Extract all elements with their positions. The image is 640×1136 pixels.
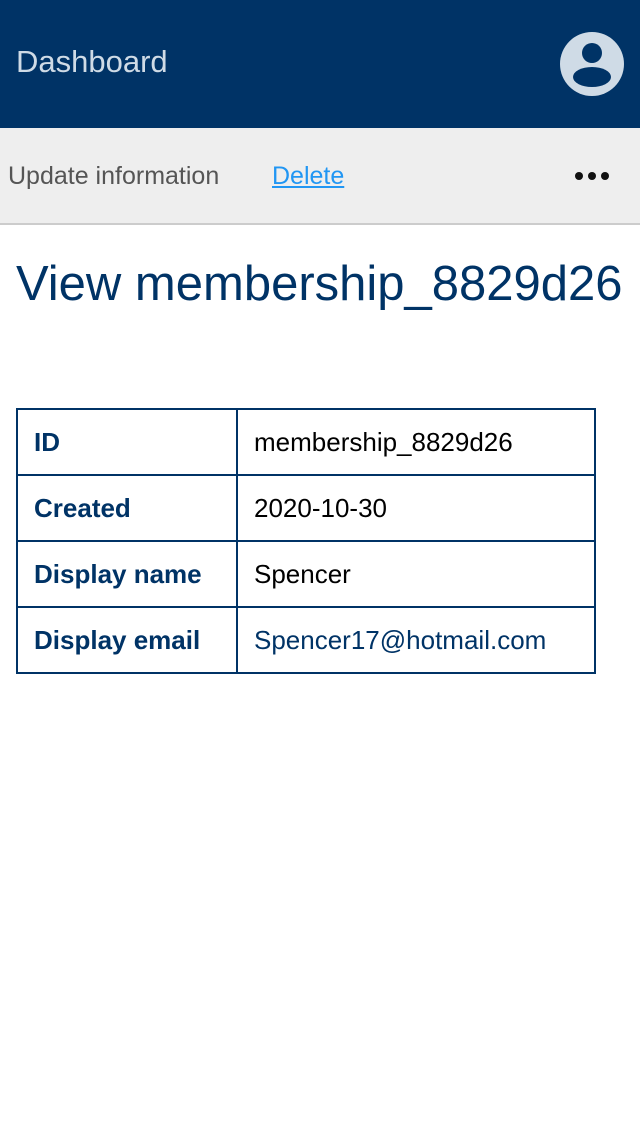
page-title: View membership_8829d26	[16, 257, 623, 311]
id-label: ID	[16, 408, 238, 476]
id-value: membership_8829d26	[236, 408, 596, 476]
display-name-value: Spencer	[236, 540, 596, 608]
more-horizontal-icon[interactable]	[574, 166, 610, 186]
table-row: ID membership_8829d26	[16, 408, 596, 476]
dashboard-link[interactable]: Dashboard	[16, 42, 168, 82]
account-circle-icon[interactable]	[560, 32, 624, 96]
app-header: Dashboard	[0, 0, 640, 128]
update-information-link[interactable]: Update information	[8, 159, 219, 193]
display-name-label: Display name	[16, 540, 238, 608]
display-email-label: Display email	[16, 606, 238, 674]
created-value: 2020-10-30	[236, 474, 596, 542]
membership-details-table: ID membership_8829d26 Created 2020-10-30…	[16, 408, 596, 674]
action-toolbar: Update information Delete	[0, 128, 640, 225]
table-row: Display name Spencer	[16, 540, 596, 608]
table-row: Created 2020-10-30	[16, 474, 596, 542]
display-email-value: Spencer17@hotmail.com	[236, 606, 596, 674]
table-row: Display email Spencer17@hotmail.com	[16, 606, 596, 674]
created-label: Created	[16, 474, 238, 542]
delete-link[interactable]: Delete	[272, 159, 344, 193]
